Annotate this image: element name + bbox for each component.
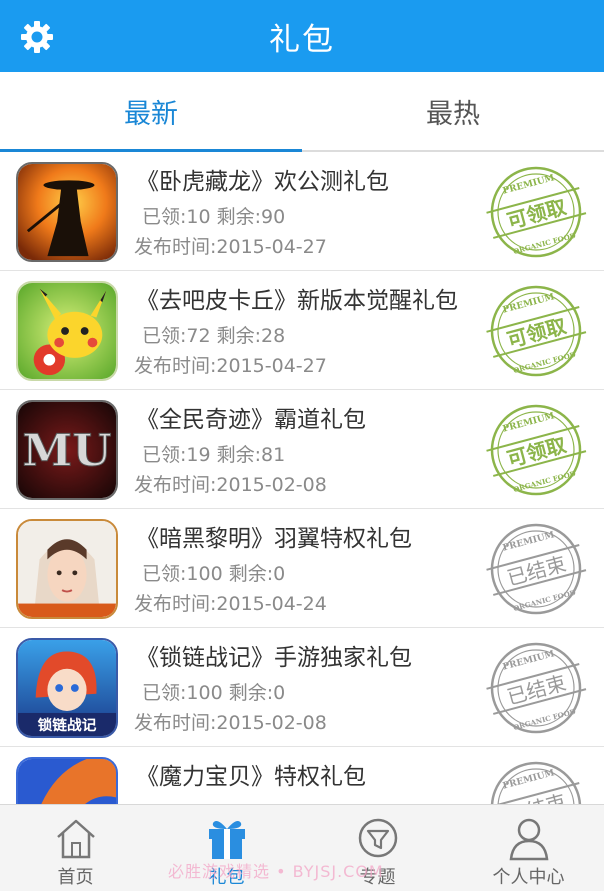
home-icon <box>56 819 95 859</box>
page-title: 礼包 <box>269 21 335 58</box>
nav-gift[interactable]: 礼包 <box>151 805 302 891</box>
game-icon-crouching-tiger <box>16 162 118 262</box>
gift-date: 发布时间:2015-02-08 <box>134 712 327 734</box>
gift-stats: 已领:19 剩余:81 <box>142 444 286 466</box>
svg-text:MU: MU <box>22 424 111 476</box>
gift-stats: 已领:100 剩余:0 <box>142 563 286 585</box>
gift-date: 发布时间:2015-04-27 <box>134 355 327 377</box>
game-icon-mu: MU <box>16 400 118 500</box>
status-stamp-ended: PREMIUM 已结束 <box>486 761 582 804</box>
nav-home-label: 首页 <box>57 867 94 888</box>
status-stamp-available[interactable]: PREMIUM ORGANIC FOOD 可领取 <box>484 281 588 381</box>
gift-row[interactable]: 《卧虎藏龙》欢公测礼包 已领:10 剩余:90 发布时间:2015-04-27 … <box>0 152 604 271</box>
gear-icon[interactable] <box>20 20 54 54</box>
gift-icon <box>208 821 245 859</box>
gift-date: 发布时间:2015-02-08 <box>134 474 327 496</box>
nav-home[interactable]: 首页 <box>0 805 151 891</box>
nav-topic-label: 专题 <box>359 867 396 888</box>
status-stamp-available[interactable]: PREMIUM ORGANIC FOOD 可领取 <box>484 162 588 262</box>
gift-stats: 已领:10 剩余:90 <box>142 206 286 228</box>
gift-title: 《锁链战记》手游独家礼包 <box>136 645 412 671</box>
gift-row[interactable]: 《暗黑黎明》羽翼特权礼包 已领:100 剩余:0 发布时间:2015-04-24… <box>0 509 604 628</box>
top-bar: 礼包 <box>0 0 604 72</box>
gift-date: 发布时间:2015-04-24 <box>134 593 327 615</box>
game-icon-chain-chronicle: 锁链战记 <box>16 638 118 738</box>
status-stamp-ended: PREMIUM ORGANIC FOOD 已结束 <box>486 523 587 615</box>
bottom-nav: 首页 礼包 专题 个人中心 <box>0 804 604 891</box>
topic-icon <box>358 818 397 858</box>
svg-text:已结束: 已结束 <box>504 790 568 804</box>
status-stamp-available[interactable]: PREMIUM ORGANIC FOOD 可领取 <box>484 400 588 500</box>
gift-title: 《暗黑黎明》羽翼特权礼包 <box>136 526 412 552</box>
gift-title: 《去吧皮卡丘》新版本觉醒礼包 <box>136 288 458 314</box>
game-icon-crossgate <box>16 757 118 804</box>
nav-topic[interactable]: 专题 <box>302 805 453 891</box>
user-icon <box>509 818 548 861</box>
tab-hottest[interactable]: 最热 <box>302 72 604 150</box>
gift-list: 《卧虎藏龙》欢公测礼包 已领:10 剩余:90 发布时间:2015-04-27 … <box>0 152 604 804</box>
status-stamp-ended: PREMIUM ORGANIC FOOD 已结束 <box>486 642 587 734</box>
tab-latest[interactable]: 最新 <box>0 72 302 152</box>
game-icon-pikachu <box>16 281 118 381</box>
nav-gift-label: 礼包 <box>208 867 245 888</box>
gift-date: 发布时间:2015-04-27 <box>134 236 327 258</box>
gift-title: 《全民奇迹》霸道礼包 <box>136 407 366 433</box>
tab-bar: 最新 最热 <box>0 72 604 152</box>
svg-text:锁链战记: 锁链战记 <box>38 716 97 734</box>
gift-row[interactable]: 《去吧皮卡丘》新版本觉醒礼包 已领:72 剩余:28 发布时间:2015-04-… <box>0 271 604 390</box>
gift-stats: 已领:72 剩余:28 <box>142 325 286 347</box>
game-icon-dark-dawn <box>16 519 118 619</box>
nav-profile[interactable]: 个人中心 <box>453 805 604 891</box>
gift-row[interactable]: 《魔力宝贝》特权礼包 PREMIUM 已结束 <box>0 747 604 804</box>
gift-title: 《卧虎藏龙》欢公测礼包 <box>136 169 389 195</box>
nav-profile-label: 个人中心 <box>492 867 565 888</box>
gift-title: 《魔力宝贝》特权礼包 <box>136 764 366 790</box>
gift-row[interactable]: 锁链战记 《锁链战记》手游独家礼包 已领:100 剩余:0 发布时间:2015-… <box>0 628 604 747</box>
gift-row[interactable]: MU 《全民奇迹》霸道礼包 已领:19 剩余:81 发布时间:2015-02-0… <box>0 390 604 509</box>
gift-stats: 已领:100 剩余:0 <box>142 682 286 704</box>
